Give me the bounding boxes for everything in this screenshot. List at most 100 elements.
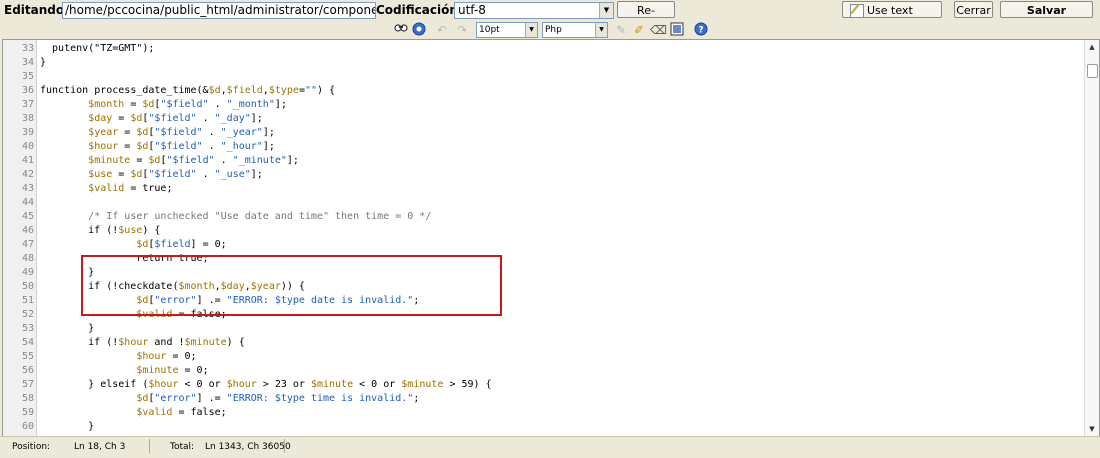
scrollbar-thumb[interactable] — [1087, 64, 1098, 78]
code-line[interactable]: 59 $valid = false; — [3, 406, 1085, 420]
code-line[interactable]: 43 $valid = true; — [3, 182, 1085, 196]
code-line[interactable]: 37 $month = $d["$field" . "_month"]; — [3, 98, 1085, 112]
go-to-line-icon[interactable] — [411, 22, 427, 38]
code-line[interactable]: 54 if (!$hour and !$minute) { — [3, 336, 1085, 350]
code-token: < 0 or — [178, 379, 227, 390]
code-token: $use — [118, 225, 143, 236]
code-token: = false; — [172, 407, 227, 418]
reset-highlight-icon[interactable]: ⌫ — [650, 22, 667, 38]
code-token: $day — [88, 113, 113, 124]
code-token: $minute — [310, 379, 354, 390]
code-text: return true; — [40, 252, 209, 266]
code-text: $hour = $d["$field" . "_hour"]; — [40, 140, 275, 154]
code-line[interactable]: 60 } — [3, 420, 1085, 434]
line-number: 52 — [21, 309, 34, 320]
code-token: "_use" — [214, 169, 251, 180]
scroll-up-icon[interactable]: ▲ — [1085, 40, 1099, 54]
code-token: . — [208, 99, 227, 110]
line-number: 58 — [21, 393, 34, 404]
code-text: $minute = 0; — [40, 364, 208, 378]
code-line[interactable]: 53 } — [3, 322, 1085, 336]
line-number: 54 — [21, 337, 34, 348]
line-number: 44 — [21, 197, 34, 208]
save-changes-button[interactable]: Salvar Cambios — [1000, 1, 1093, 34]
code-token: $hour — [118, 337, 149, 348]
code-token: } — [40, 57, 47, 68]
code-token: ] .= — [196, 295, 227, 306]
code-token: = — [118, 127, 137, 138]
code-token: $d — [136, 239, 149, 250]
line-number: 53 — [21, 323, 34, 334]
code-line[interactable]: 35 — [3, 70, 1085, 84]
vertical-scrollbar[interactable]: ▲ ▼ — [1084, 40, 1099, 436]
search-icon[interactable] — [393, 22, 409, 38]
code-text: if (!$use) { — [40, 224, 160, 238]
code-token: return true; — [40, 253, 209, 264]
code-token: "$field" — [166, 155, 215, 166]
code-line[interactable]: 41 $minute = $d["$field" . "_minute"]; — [3, 154, 1085, 168]
code-line[interactable]: 36 function process_date_time(&$d,$field,… — [3, 84, 1085, 98]
code-line[interactable]: 56 $minute = 0; — [3, 364, 1085, 378]
encoding-select[interactable]: utf-8 ▼ — [454, 2, 614, 19]
brush-icon[interactable]: ✐ — [631, 22, 647, 38]
code-line[interactable]: 55 $hour = 0; — [3, 350, 1085, 364]
code-line[interactable]: 45 /* If user unchecked "Use date and ti… — [3, 210, 1085, 224]
code-token: $hour — [88, 141, 119, 152]
code-line[interactable]: 58 $d["error"] .= "ERROR: $type time is … — [3, 392, 1085, 406]
status-divider — [149, 439, 150, 453]
reopen-button[interactable]: Re-abierto — [617, 1, 675, 34]
code-line[interactable]: 51 $d["error"] .= "ERROR: $type date is … — [3, 294, 1085, 308]
code-line[interactable]: 48 return true; — [3, 252, 1085, 266]
code-token: $d — [130, 113, 143, 124]
close-button[interactable]: Cerrar — [954, 1, 993, 18]
code-token: if (! — [40, 337, 119, 348]
code-line[interactable]: 50 if (!checkdate($month,$day,$year)) { — [3, 280, 1085, 294]
use-text-editor-button[interactable]: Use text editor — [842, 1, 942, 34]
redo-icon[interactable]: ↷ — [454, 22, 470, 38]
file-path-field[interactable]: /home/pccocina/public_html/administrator… — [62, 2, 376, 19]
toggle-highlight-icon[interactable]: ✎ — [613, 22, 629, 38]
code-line[interactable]: 38 $day = $d["$field" . "_day"]; — [3, 112, 1085, 126]
code-editor[interactable]: 33 putenv("TZ=GMT"); 34} 35 36 function proc… — [2, 39, 1100, 437]
top-bar: Editando: /home/pccocina/public_html/adm… — [0, 0, 1100, 34]
code-text: /* If user unchecked "Use date and time"… — [40, 210, 431, 224]
code-token: ]; — [262, 127, 275, 138]
code-text: $year = $d["$field" . "_year"]; — [40, 126, 275, 140]
code-line[interactable]: 47 $d[$field] = 0; — [3, 238, 1085, 252]
code-line[interactable]: 57 } elseif ($hour < 0 or $hour > 23 or … — [3, 378, 1085, 392]
code-line[interactable]: 44 — [3, 196, 1085, 210]
code-text: $d["error"] .= "ERROR: $type time is inv… — [40, 392, 419, 406]
code-token: ) { — [142, 225, 161, 236]
font-size-select[interactable]: 10pt ▼ — [476, 22, 538, 38]
code-line[interactable]: 40 $hour = $d["$field" . "_hour"]; — [3, 140, 1085, 154]
code-line[interactable]: 33 putenv("TZ=GMT"); — [3, 42, 1085, 56]
code-line[interactable]: 34} — [3, 56, 1085, 70]
code-line[interactable]: 39 $year = $d["$field" . "_year"]; — [3, 126, 1085, 140]
code-token: $minute — [136, 365, 179, 376]
code-line[interactable]: 52 $valid = false; — [3, 308, 1085, 322]
line-number: 57 — [21, 379, 34, 390]
code-token: "$field" — [154, 127, 203, 138]
fullscreen-icon[interactable] — [669, 22, 685, 38]
line-number: 35 — [21, 71, 34, 82]
code-line[interactable]: 46 if (!$use) { — [3, 224, 1085, 238]
code-line[interactable]: 42 $use = $d["$field" . "_use"]; — [3, 168, 1085, 182]
syntax-select[interactable]: Php ▼ — [542, 22, 608, 38]
code-token: ]; — [262, 141, 275, 152]
code-token: "ERROR: $type date is invalid." — [226, 295, 414, 306]
code-token: "_month" — [226, 99, 275, 110]
undo-icon[interactable]: ↶ — [434, 22, 450, 38]
code-text: $day = $d["$field" . "_day"]; — [40, 112, 263, 126]
line-number: 50 — [21, 281, 34, 292]
code-token: "$field" — [160, 99, 209, 110]
scroll-down-icon[interactable]: ▼ — [1085, 422, 1099, 436]
code-token: = — [130, 155, 149, 166]
code-line[interactable]: 49 } — [3, 266, 1085, 280]
help-icon[interactable]: ? — [693, 22, 709, 38]
